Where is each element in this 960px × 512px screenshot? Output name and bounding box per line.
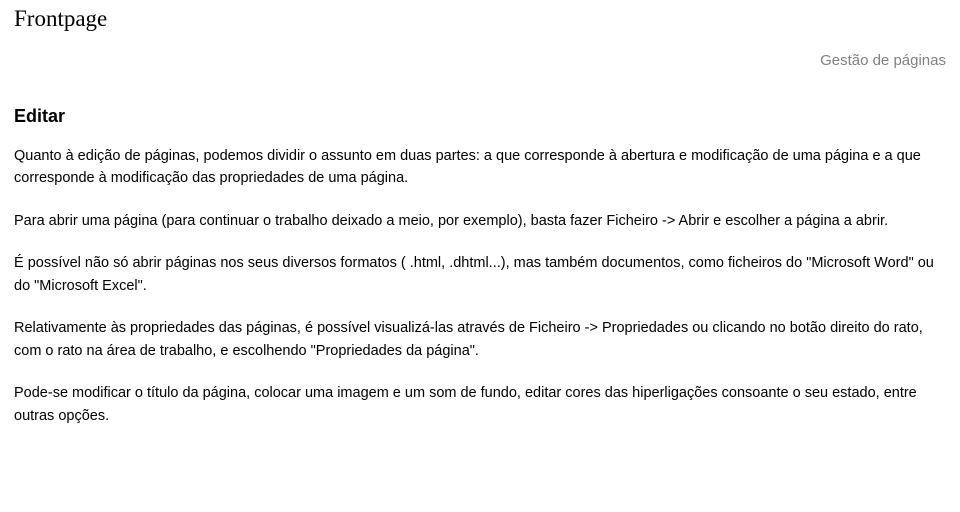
body-paragraph: Para abrir uma página (para continuar o …: [14, 210, 946, 232]
section-heading: Editar: [14, 106, 946, 127]
document-page: Frontpage Gestão de páginas Editar Quant…: [0, 0, 960, 427]
body-paragraph: Relativamente às propriedades das página…: [14, 317, 946, 362]
page-title: Frontpage: [14, 6, 946, 32]
header-label: Gestão de páginas: [820, 52, 946, 69]
body-paragraph: É possível não só abrir páginas nos seus…: [14, 252, 946, 297]
body-paragraph: Pode-se modificar o título da página, co…: [14, 382, 946, 427]
body-paragraph: Quanto à edição de páginas, podemos divi…: [14, 145, 946, 190]
